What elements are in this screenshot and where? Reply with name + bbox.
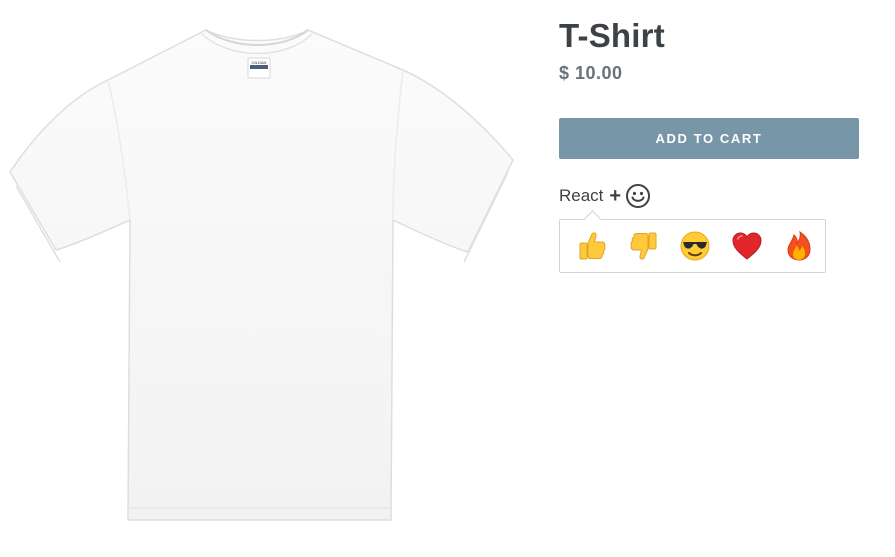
shirt-tag: GILDAN — [247, 57, 271, 79]
white-tshirt-icon: GILDAN — [9, 29, 514, 521]
product-info: T-Shirt $ 10.00 ADD TO CART React + — [559, 15, 859, 273]
reaction-sunglasses[interactable] — [670, 224, 722, 268]
smiley-icon[interactable] — [625, 183, 651, 209]
svg-text:GILDAN: GILDAN — [252, 60, 267, 65]
reaction-heart[interactable] — [721, 224, 773, 268]
heart-icon — [732, 232, 762, 260]
reaction-thumbs-down[interactable] — [618, 224, 670, 268]
react-row: React + — [559, 183, 859, 209]
sunglasses-face-icon — [680, 231, 710, 261]
fire-icon — [787, 230, 811, 261]
reaction-fire[interactable] — [773, 224, 825, 268]
react-label: React — [559, 186, 604, 205]
add-to-cart-button[interactable]: ADD TO CART — [559, 118, 859, 159]
product-price: $ 10.00 — [559, 63, 623, 83]
product-title: T-Shirt — [559, 17, 665, 54]
thumbs-up-icon — [579, 232, 606, 260]
product-image: GILDAN — [8, 20, 520, 525]
plus-icon: + — [609, 185, 622, 207]
reaction-thumbs-up[interactable] — [566, 224, 618, 268]
thumbs-down-icon — [630, 232, 657, 260]
reaction-picker — [559, 219, 826, 273]
